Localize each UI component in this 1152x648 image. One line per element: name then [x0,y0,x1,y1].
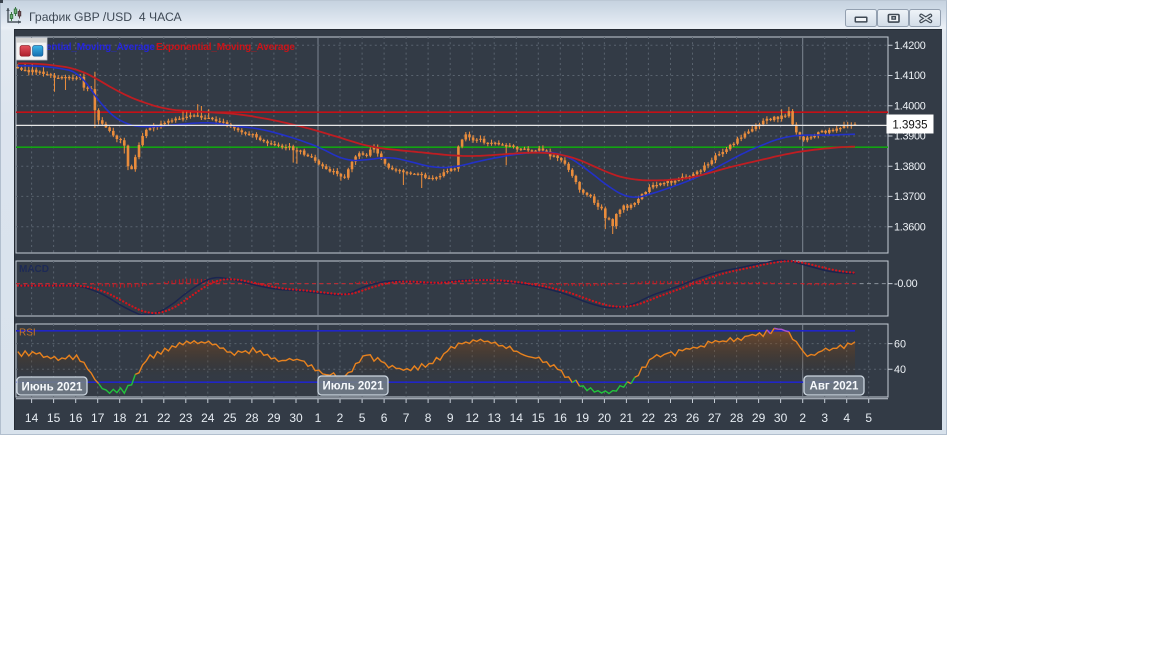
svg-text:7: 7 [403,411,410,425]
svg-text:29: 29 [752,411,766,425]
svg-text:17: 17 [91,411,105,425]
svg-text:27: 27 [708,411,722,425]
svg-text:3: 3 [821,411,828,425]
svg-text:RSI: RSI [19,328,36,339]
svg-text:Авг 2021: Авг 2021 [810,381,860,393]
svg-text:1.3800: 1.3800 [894,161,926,173]
svg-text:12: 12 [466,411,480,425]
svg-text:22: 22 [642,411,656,425]
svg-text:5: 5 [865,411,872,425]
svg-text:1.3935: 1.3935 [892,119,927,131]
svg-text:4: 4 [843,411,850,425]
svg-text:40: 40 [894,364,906,376]
svg-text:23: 23 [179,411,193,425]
svg-text:Exponential_Moving_Average: Exponential_Moving_Average [156,42,295,53]
svg-text:1.4200: 1.4200 [894,40,926,52]
svg-text:28: 28 [730,411,744,425]
svg-text:Июнь 2021: Июнь 2021 [22,382,83,394]
svg-text:1.4000: 1.4000 [894,100,926,112]
svg-text:14: 14 [25,411,39,425]
svg-text:14: 14 [510,411,524,425]
svg-text:5: 5 [359,411,366,425]
svg-text:1: 1 [315,411,322,425]
svg-text:21: 21 [135,411,149,425]
svg-text:30: 30 [774,411,788,425]
svg-text:29: 29 [267,411,281,425]
svg-text:16: 16 [554,411,568,425]
svg-text:19: 19 [576,411,590,425]
svg-text:8: 8 [425,411,432,425]
svg-text:18: 18 [113,411,127,425]
svg-text:26: 26 [686,411,700,425]
svg-text:-0.00: -0.00 [894,278,918,290]
svg-text:20: 20 [598,411,612,425]
svg-text:22: 22 [157,411,171,425]
svg-text:1.3700: 1.3700 [894,191,926,203]
svg-text:6: 6 [381,411,388,425]
svg-text:60: 60 [894,338,906,350]
svg-text:15: 15 [532,411,546,425]
svg-text:23: 23 [664,411,678,425]
svg-text:1.4100: 1.4100 [894,70,926,82]
svg-text:15: 15 [47,411,61,425]
svg-text:16: 16 [69,411,83,425]
svg-text:30: 30 [289,411,303,425]
svg-text:MACD: MACD [19,264,49,275]
svg-text:Июль 2021: Июль 2021 [323,381,385,393]
svg-text:24: 24 [201,411,215,425]
svg-text:13: 13 [488,411,502,425]
svg-text:2: 2 [799,411,806,425]
svg-text:9: 9 [447,411,454,425]
svg-text:2: 2 [337,411,344,425]
svg-text:28: 28 [245,411,259,425]
svg-text:1.3600: 1.3600 [894,221,926,233]
svg-text:21: 21 [620,411,634,425]
svg-text:25: 25 [223,411,237,425]
